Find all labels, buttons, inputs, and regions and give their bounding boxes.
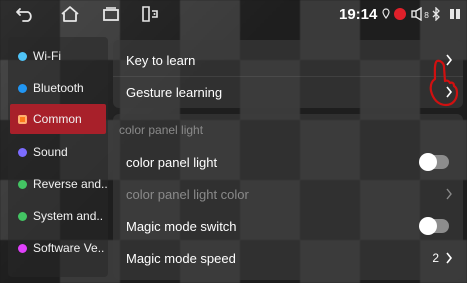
sound-icon: [18, 147, 27, 157]
sidebar-item-common[interactable]: Common: [10, 104, 106, 134]
color-panel-light-toggle[interactable]: [419, 153, 449, 171]
sidebar-item-sound[interactable]: Sound: [8, 137, 108, 167]
back-icon[interactable]: [14, 4, 36, 24]
color-panel-light-row[interactable]: color panel light: [126, 146, 453, 178]
location-icon: [381, 4, 391, 24]
recents-icon[interactable]: [100, 4, 122, 24]
sidebar-item-reverse[interactable]: Reverse and..: [8, 169, 108, 199]
sidebar-item-label: Sound: [33, 145, 68, 159]
magic-mode-speed-row[interactable]: Magic mode speed 2: [126, 242, 453, 274]
pointing-hand-annotation: [426, 59, 460, 114]
magic-mode-switch-row[interactable]: Magic mode switch: [126, 210, 453, 242]
color-panel-light-color-row[interactable]: color panel light color: [126, 178, 453, 210]
sidebar-item-system[interactable]: System and..: [8, 201, 108, 231]
software-icon: [18, 243, 27, 253]
sidebar-item-bluetooth[interactable]: Bluetooth: [8, 73, 108, 103]
sidebar-item-label: Reverse and..: [33, 177, 108, 191]
toggle-knob: [419, 217, 437, 235]
record-icon: [392, 4, 408, 24]
system-icon: [18, 211, 27, 221]
reverse-icon: [18, 179, 27, 189]
sidebar-item-software[interactable]: Software Ve..: [8, 233, 108, 263]
sidebar-item-label: Common: [33, 112, 82, 126]
common-icon: [18, 114, 27, 124]
section-header: color panel light: [119, 114, 446, 146]
gesture-learning-row[interactable]: Gesture learning: [126, 76, 453, 108]
chevron-right-icon: [445, 242, 453, 274]
sidebar-item-label: System and..: [33, 209, 104, 223]
bluetooth-icon: [18, 83, 27, 93]
settings-sidebar: Wi-Fi Bluetooth Common Sound Reverse and…: [8, 37, 108, 277]
gesture-learning-label: Gesture learning: [126, 84, 223, 100]
chevron-right-icon: [445, 178, 453, 210]
home-icon[interactable]: [59, 4, 81, 24]
sidebar-item-label: Bluetooth: [33, 81, 84, 95]
magic-mode-speed-label: Magic mode speed: [126, 250, 236, 266]
sidebar-item-wifi[interactable]: Wi-Fi: [8, 41, 108, 71]
battery-icon: [448, 4, 462, 24]
key-to-learn-label: Key to learn: [126, 52, 196, 68]
color-panel-light-label: color panel light: [126, 154, 218, 170]
volume-icon: 8: [410, 4, 432, 24]
section-header-label: color panel light: [119, 123, 204, 137]
bluetooth-icon: [430, 4, 442, 24]
split-screen-icon[interactable]: [139, 4, 161, 24]
sidebar-item-label: Software Ve..: [33, 241, 105, 255]
sidebar-item-label: Wi-Fi: [33, 49, 61, 63]
toggle-knob: [419, 153, 437, 171]
clock-time: 19:14: [339, 6, 378, 23]
svg-text:8: 8: [424, 11, 429, 20]
magic-mode-switch-label: Magic mode switch: [126, 218, 237, 234]
key-to-learn-row[interactable]: Key to learn: [126, 44, 453, 76]
wifi-icon: [18, 51, 27, 61]
status-bar: 19:14 8: [0, 0, 467, 28]
color-panel-light-color-label: color panel light color: [126, 186, 249, 202]
magic-mode-speed-value: 2: [432, 251, 439, 265]
magic-mode-switch-toggle[interactable]: [419, 217, 449, 235]
